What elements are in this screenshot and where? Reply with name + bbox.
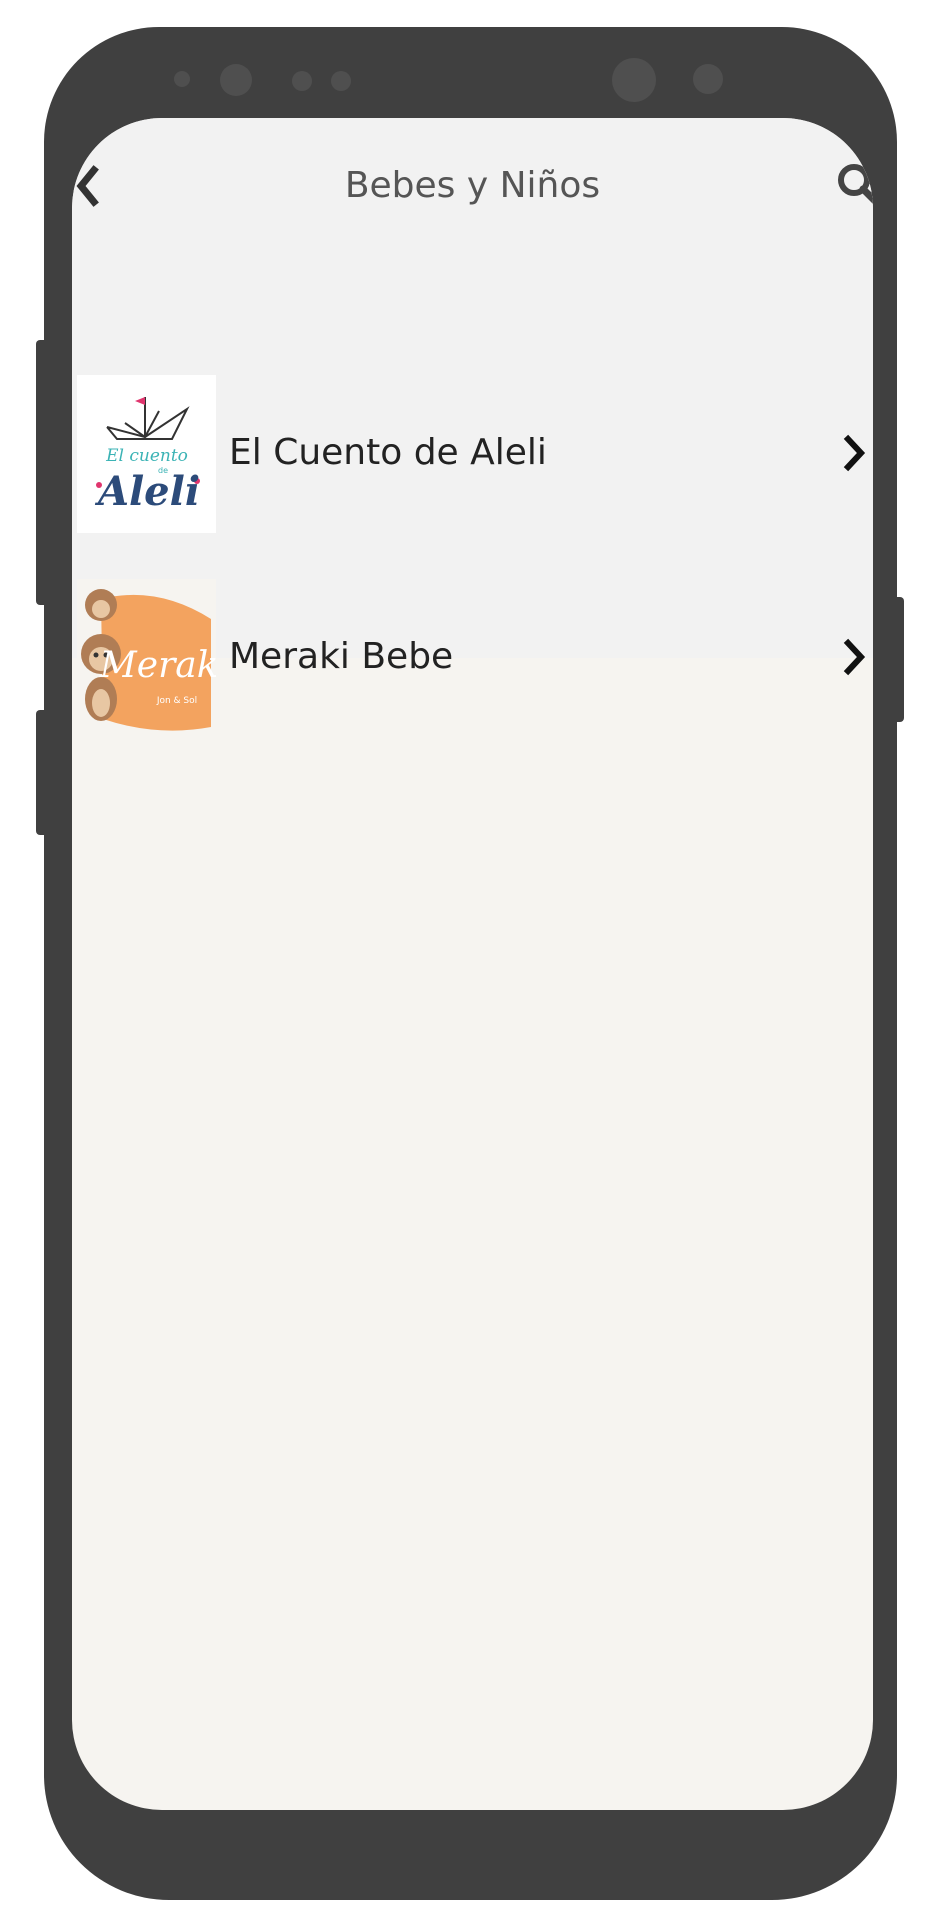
store-logo-aleli: El cuento de Aleli — [77, 375, 216, 533]
store-logo-meraki: Meraki Jon & Sol — [77, 579, 216, 737]
logo-text-top: El cuento — [105, 446, 188, 466]
logo-text-main: Aleli — [94, 468, 200, 515]
search-icon[interactable] — [834, 160, 873, 210]
sensor-dot — [292, 71, 312, 91]
store-name: Meraki Bebe — [229, 636, 454, 677]
logo-text-small: Jon & Sol — [156, 696, 197, 706]
volume-up-button — [36, 340, 50, 605]
list-item[interactable]: Meraki Jon & Sol Meraki Bebe — [72, 579, 873, 739]
power-button — [890, 597, 904, 722]
app-header: Bebes y Niños — [72, 118, 873, 258]
store-list: El cuento de Aleli El Cuento de Aleli Me… — [72, 258, 873, 737]
sensor-dot — [693, 64, 723, 94]
sensor-dot — [331, 71, 351, 91]
app-screen: Bebes y Niños El cuento de Aleli El Cuen… — [72, 118, 873, 1810]
chevron-right-icon — [842, 433, 868, 473]
volume-down-button — [36, 710, 50, 835]
logo-text-main: Meraki — [99, 645, 216, 686]
list-item[interactable]: El cuento de Aleli El Cuento de Aleli — [72, 375, 873, 535]
page-title: Bebes y Niños — [344, 165, 601, 206]
chevron-right-icon — [842, 637, 868, 677]
front-camera — [612, 58, 656, 102]
sensor-dot — [220, 64, 252, 96]
sensor-dot — [174, 71, 190, 87]
store-name: El Cuento de Aleli — [229, 432, 547, 473]
